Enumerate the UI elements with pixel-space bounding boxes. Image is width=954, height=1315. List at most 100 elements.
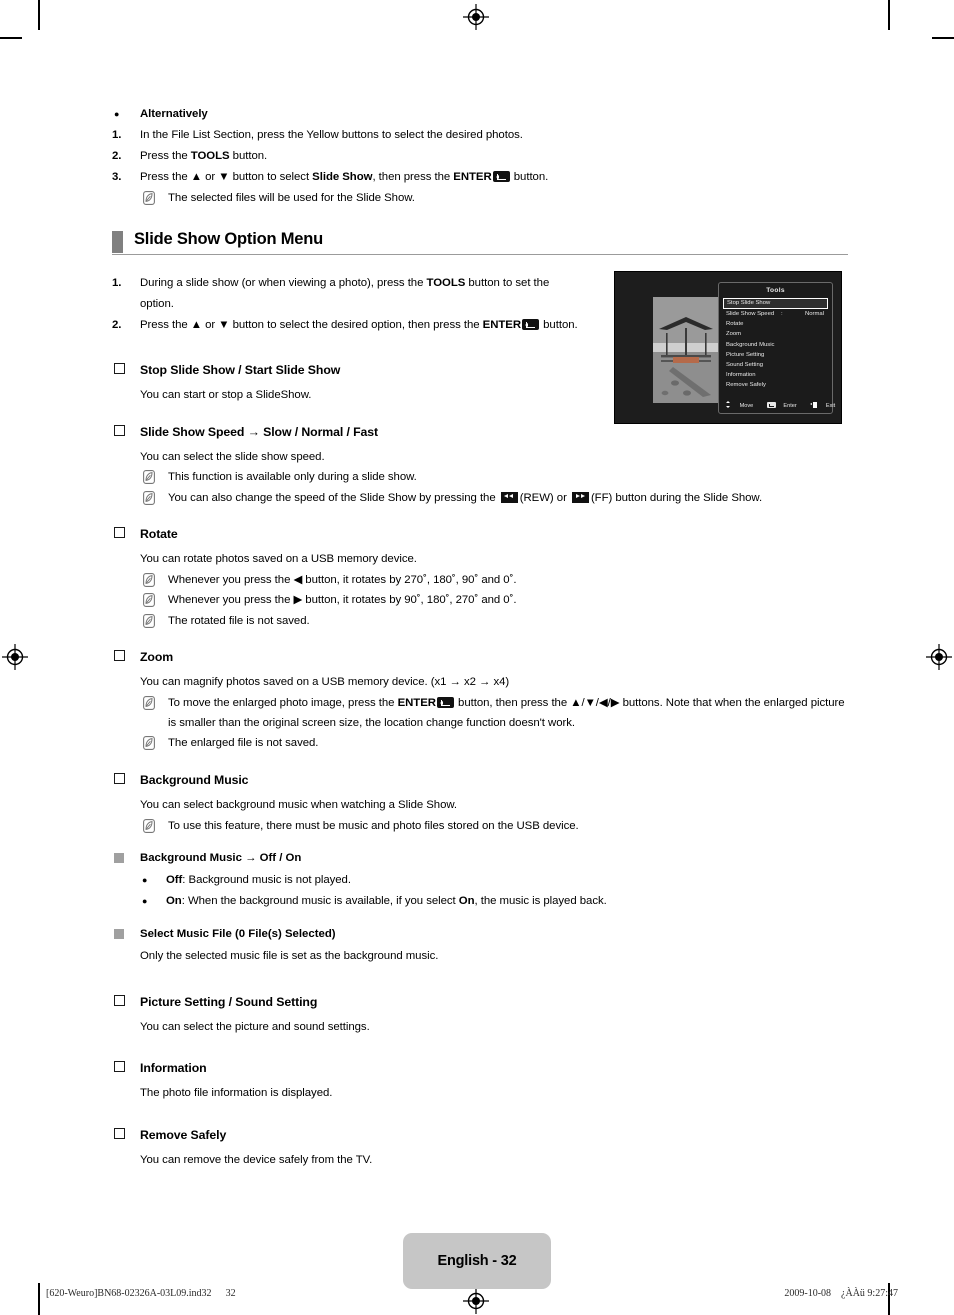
osd-menu-item-rotate[interactable]: Rotate <box>719 319 832 329</box>
section-steps: 1. During a slide show (or when viewing … <box>112 273 580 336</box>
option-body: You can select the slide show speed. <box>140 450 325 463</box>
osd-menu-item-background-music[interactable]: Background Music <box>719 340 832 350</box>
page-content: ● Alternatively 1. In the File List Sect… <box>112 104 848 1171</box>
up-down-arrows-icon <box>725 401 732 408</box>
option-heading-text: Information <box>140 1061 207 1076</box>
sub-option-heading-text: Background Music → Off / On <box>140 851 302 864</box>
list-item: 3. Press the ▲ or ▼ button to select Sli… <box>112 167 848 188</box>
option-rotate: Rotate You can rotate photos saved on a … <box>112 525 848 631</box>
sub-option-heading: Select Music File (0 File(s) Selected) <box>112 925 848 944</box>
enter-keyword: ENTER <box>453 170 492 183</box>
tools-osd-menu: Tools Stop Slide Show Slide Show Speed :… <box>718 282 835 414</box>
list-number: 2. <box>112 149 122 162</box>
bullet-text: : Background music is not played. <box>182 873 351 886</box>
alternatively-label: Alternatively <box>140 108 208 120</box>
osd-hint-move: Move <box>722 401 756 409</box>
option-background-music: Background Music You can select backgrou… <box>112 771 848 967</box>
osd-menu-item-information[interactable]: Information <box>719 370 832 380</box>
intro-block: ● Alternatively 1. In the File List Sect… <box>112 104 848 208</box>
osd-title: Tools <box>766 287 785 294</box>
option-information: Information The photo file information i… <box>112 1059 848 1104</box>
footer-file-name: [620-Weuro]BN68-02326A-03L09.ind32 <box>46 1288 212 1299</box>
list-item: 1. In the File List Section, press the Y… <box>112 125 848 146</box>
option-remove-safely: Remove Safely You can remove the device … <box>112 1126 848 1171</box>
note-leaf-icon <box>143 490 155 512</box>
option-heading-text: Rotate <box>140 527 178 542</box>
footer-date: 2009-10-08 <box>784 1288 832 1299</box>
option-slide-show-speed: Slide Show Speed → Slow / Normal / Fast … <box>112 423 848 509</box>
footer-file-id: [620-Weuro]BN68-02326A-03L09.ind32 32 <box>46 1288 236 1299</box>
option-body: You can remove the device safely from th… <box>140 1154 373 1167</box>
list-text: Press the <box>140 149 191 162</box>
rew-label: (REW) <box>519 491 554 504</box>
osd-item-label: Rotate <box>726 321 744 328</box>
list-item-alternatively: ● Alternatively <box>112 104 848 125</box>
osd-menu-item-stop-slide-show[interactable]: Stop Slide Show <box>723 298 828 309</box>
sub-option-background-music-toggle: Background Music → Off / On ● Off: Backg… <box>112 849 848 912</box>
option-square-icon <box>114 527 125 539</box>
osd-item-label: Background Music <box>726 341 775 348</box>
section-heading: Slide Show Option Menu <box>112 230 848 255</box>
option-heading-text: Slide Show Speed → Slow / Normal / Fast <box>140 424 378 439</box>
bullet-dot-icon: ● <box>142 895 148 906</box>
sub-option-square-icon <box>114 852 124 863</box>
note-text-mid: or <box>553 491 570 504</box>
list-text-mid: , then press the <box>372 170 454 183</box>
osd-item-label: Zoom <box>726 331 742 338</box>
list-number: 3. <box>112 170 122 183</box>
osd-hint-enter: Enter <box>764 402 800 409</box>
osd-menu-item-picture-setting[interactable]: Picture Setting <box>719 350 832 360</box>
bullet-text-tail: , the music is played back. <box>474 894 607 907</box>
option-body: You can magnify photos saved on a USB me… <box>140 675 510 688</box>
note-item: Whenever you press the ◀ button, it rota… <box>140 570 848 590</box>
list-number: 1. <box>112 276 122 289</box>
option-body: You can rotate photos saved on a USB mem… <box>140 553 417 566</box>
option-heading-text: Background Music <box>140 772 249 787</box>
footer-page-number: 32 <box>225 1288 236 1299</box>
list-item: ● On: When the background music is avail… <box>140 891 848 912</box>
manual-page: ● Alternatively 1. In the File List Sect… <box>0 0 954 1315</box>
on-keyword-inline: On <box>458 894 475 907</box>
osd-hint-enter-label: Enter <box>783 403 797 409</box>
option-body-wrap: You can select the slide show speed. Thi… <box>112 447 848 509</box>
list-number: 1. <box>112 128 122 141</box>
sub-option-heading-text: Select Music File (0 File(s) Selected) <box>140 927 336 940</box>
sub-option-heading: Background Music → Off / On <box>112 849 848 868</box>
note-text: Whenever you press the ▶ button, it rota… <box>168 594 517 607</box>
option-heading-text: Zoom <box>140 649 174 664</box>
bullet-text: : When the background music is available… <box>181 894 459 907</box>
option-heading: Rotate <box>112 525 848 543</box>
list-item: 2. Press the TOOLS button. <box>112 146 848 167</box>
section-heading-bar <box>112 230 123 253</box>
rewind-key-icon <box>500 491 518 503</box>
note-item: The enlarged file is not saved. <box>140 733 848 753</box>
enter-key-icon <box>436 696 454 708</box>
osd-footer-hints: Move Enter Exit <box>719 401 835 409</box>
osd-item-value: Normal <box>805 311 824 317</box>
slide-show-keyword: Slide Show <box>312 170 373 183</box>
option-heading-text: Remove Safely <box>140 1128 227 1143</box>
note-text: The selected files will be used for the … <box>168 191 415 204</box>
option-body: You can select background music when wat… <box>140 798 458 811</box>
osd-menu-item-slide-show-speed[interactable]: Slide Show Speed : Normal <box>719 309 832 319</box>
osd-menu-item-remove-safely[interactable]: Remove Safely <box>719 380 832 390</box>
list-item: 2. Press the ▲ or ▼ button to select the… <box>112 315 580 336</box>
list-text-tail: button. <box>229 149 268 162</box>
osd-menu-item-sound-setting[interactable]: Sound Setting <box>719 360 832 370</box>
option-heading-text: Stop Slide Show / Start Slide Show <box>140 362 341 377</box>
option-square-icon <box>114 649 125 661</box>
option-body: The photo file information is displayed. <box>140 1087 333 1100</box>
sub-option-bullets: ● Off: Background music is not played. ●… <box>112 870 848 912</box>
option-square-icon <box>114 1061 125 1073</box>
osd-item-colon: : <box>781 311 783 317</box>
page-title: Slide Show Option Menu <box>134 229 324 248</box>
note-item: To move the enlarged photo image, press … <box>140 693 848 734</box>
note-text: This function is available only during a… <box>168 471 417 484</box>
option-square-icon <box>114 994 125 1006</box>
option-square-icon <box>114 362 125 374</box>
osd-menu-item-zoom[interactable]: Zoom <box>719 329 832 339</box>
option-body: You can select the picture and sound set… <box>140 1020 370 1033</box>
note-item: Whenever you press the ▶ button, it rota… <box>140 590 848 610</box>
note-item: This function is available only during a… <box>140 467 848 487</box>
option-picture-sound-setting: Picture Setting / Sound Setting You can … <box>112 993 848 1038</box>
